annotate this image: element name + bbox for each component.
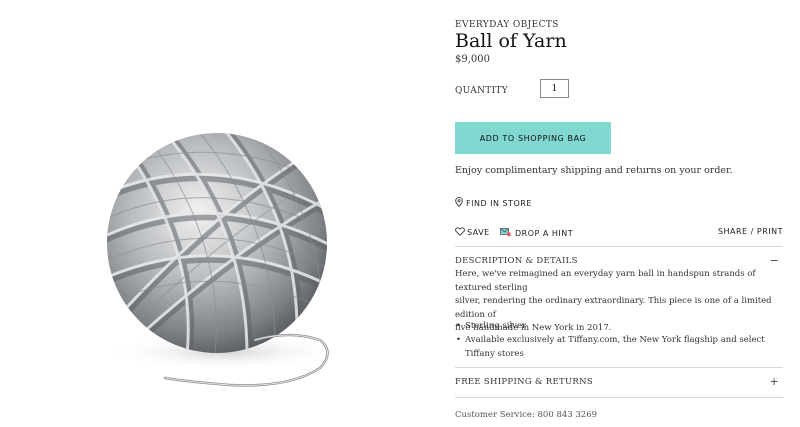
product-image[interactable] [0, 0, 440, 427]
add-to-shopping-bag-button[interactable]: ADD TO SHOPPING BAG [455, 122, 611, 154]
quantity-label: QUANTITY [455, 86, 508, 96]
share-link[interactable]: SHARE [718, 227, 748, 236]
find-in-store-link[interactable]: FIND IN STORE [455, 197, 532, 209]
free-shipping-returns-header[interactable]: FREE SHIPPING & RETURNS + [455, 375, 783, 388]
divider [455, 246, 783, 247]
collapse-icon[interactable]: − [769, 254, 779, 267]
print-link[interactable]: PRINT [757, 227, 783, 236]
quantity-input[interactable] [540, 79, 569, 98]
silver-yarn-ball-image [105, 133, 345, 387]
description-line: silver, rendering the ordinary extraordi… [455, 296, 772, 320]
product-actions: SAVE DROP A HINT SHARE / PRINT [455, 227, 783, 239]
drop-a-hint-label: DROP A HINT [515, 228, 574, 238]
product-price: $9,000 [455, 54, 490, 65]
save-button[interactable]: SAVE [455, 227, 490, 238]
divider [455, 397, 783, 398]
description-line: Here, we've reimagined an everyday yarn … [455, 269, 756, 293]
product-category[interactable]: EVERYDAY OBJECTS [455, 20, 559, 30]
free-shipping-returns-heading: FREE SHIPPING & RETURNS [455, 377, 593, 387]
customer-service-phone[interactable]: Customer Service: 800 843 3269 [455, 410, 597, 420]
detail-bullet: Available exclusively at Tiffany.com, th… [455, 333, 783, 361]
product-info-panel: EVERYDAY OBJECTS Ball of Yarn $9,000 QUA… [455, 0, 783, 427]
detail-bullet: Sterling silver [455, 319, 783, 333]
share-print-separator: / [750, 227, 754, 236]
divider [455, 367, 783, 368]
shipping-note: Enjoy complimentary shipping and returns… [455, 165, 733, 176]
gift-hint-icon [500, 227, 511, 239]
save-label: SAVE [467, 228, 490, 237]
find-in-store-label: FIND IN STORE [466, 198, 532, 208]
description-details-header[interactable]: DESCRIPTION & DETAILS − [455, 254, 783, 267]
product-details-list: Sterling silver Available exclusively at… [455, 319, 783, 361]
share-print-links: SHARE / PRINT [718, 227, 783, 236]
product-title: Ball of Yarn [455, 30, 567, 52]
drop-a-hint-button[interactable]: DROP A HINT [500, 227, 573, 239]
heart-icon [455, 227, 465, 238]
description-details-heading: DESCRIPTION & DETAILS [455, 256, 578, 266]
location-pin-icon [455, 197, 463, 209]
expand-icon[interactable]: + [769, 375, 779, 388]
